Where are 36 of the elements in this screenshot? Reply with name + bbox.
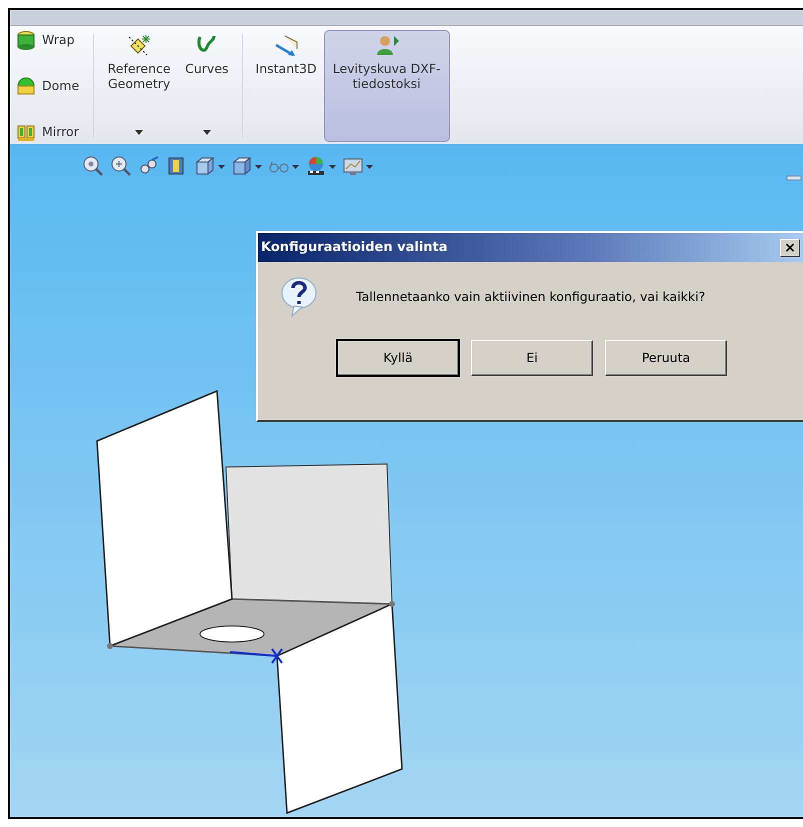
dialog-button[interactable]: Kyllä [337,340,459,376]
view-tool-button[interactable] [110,155,132,177]
reference-geometry-icon [126,33,152,57]
caret-icon [218,164,225,169]
question-icon [280,276,318,318]
ruler-arrow-icon [273,33,300,57]
dialog-button[interactable]: Ei [471,340,593,376]
dialog-message: Tallennetaanko vain aktiivinen konfiguraatio, vai kaikki? [356,288,706,306]
view-tool-button[interactable] [194,154,225,178]
zoom-icon [110,155,132,177]
view-tool-button[interactable] [82,155,104,177]
dialog-button[interactable]: Peruuta [605,340,727,376]
close-button[interactable]: × [780,238,800,256]
caret-icon [255,164,262,169]
zoom-icon [82,155,104,177]
color-ball-icon [305,155,327,177]
caret-icon [329,164,336,169]
caret-icon [292,164,299,169]
caret-icon [366,164,373,169]
dialog-title: Konfiguraatioiden valinta [261,238,448,257]
view-tool-button[interactable] [231,154,262,178]
ribbon-button[interactable]: Levityskuva DXF-tiedostoksi [324,30,450,142]
ribbon-button[interactable]: Instant3D [248,30,324,142]
caret-icon [202,130,211,136]
mirror-button[interactable]: Mirror [16,122,80,142]
view-tool-button[interactable] [305,154,336,178]
wrap-icon [16,30,36,50]
dome-button[interactable]: Dome [16,76,80,96]
dome-icon [16,76,36,96]
cube-icon [231,155,253,177]
caret-icon [135,130,144,136]
wrap-button[interactable]: Wrap [16,30,80,50]
minimize-icon[interactable] [786,174,802,182]
ribbon-button[interactable]: Curves [178,30,236,142]
cube-icon [194,155,216,177]
ribbon-button[interactable]: Reference Geometry [100,30,178,142]
